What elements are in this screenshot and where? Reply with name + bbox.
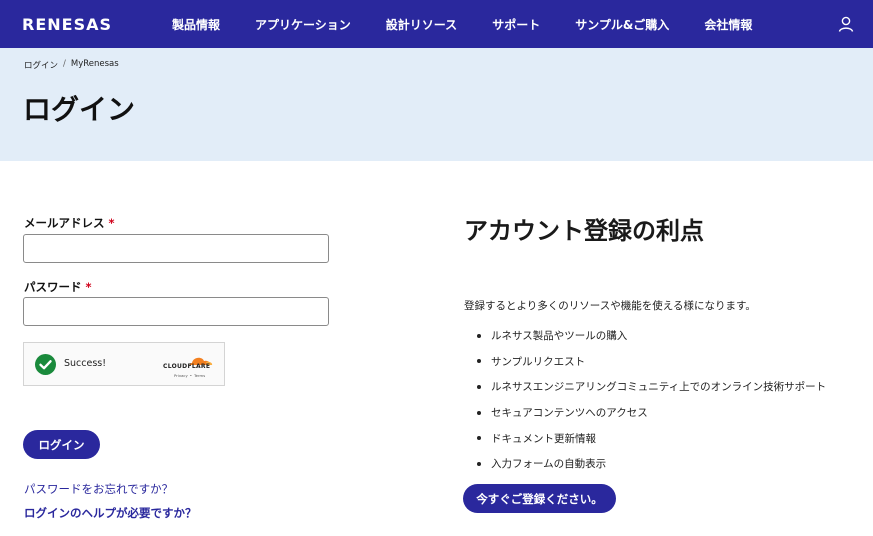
user-icon[interactable] (837, 15, 855, 33)
captcha-links: Privacy • Terms (174, 373, 205, 378)
nav-item-samples-buy[interactable]: サンプル&ご購入 (575, 16, 669, 33)
benefits-list: ルネサス製品やツールの購入 サンプルリクエスト ルネサスエンジニアリングコミュニ… (477, 323, 826, 477)
breadcrumb-item-login[interactable]: ログイン (24, 59, 58, 71)
benefits-intro: 登録するとより多くのリソースや機能を使える様になります。 (464, 300, 756, 312)
email-label: メールアドレス * (24, 215, 115, 231)
benefits-title: アカウント登録の利点 (464, 217, 704, 245)
list-item: ルネサスエンジニアリングコミュニティ上でのオンライン技術サポート (477, 374, 826, 400)
bullet-icon (477, 436, 481, 441)
email-label-text: メールアドレス (24, 216, 105, 230)
list-item: セキュアコンテンツへのアクセス (477, 400, 826, 426)
breadcrumb: ログイン / MyRenesas (24, 59, 119, 71)
password-field[interactable] (23, 297, 329, 326)
captcha-link-separator: • (189, 373, 192, 378)
renesas-logo-mark: RENESAS (22, 15, 112, 33)
list-item: ルネサス製品やツールの購入 (477, 323, 826, 349)
main-nav: 製品情報 アプリケーション 設計リソース サポート サンプル&ご購入 会社情報 (172, 0, 752, 48)
bullet-icon (477, 384, 481, 389)
register-button[interactable]: 今すぐご登録ください。 (463, 484, 616, 513)
bullet-icon (477, 410, 481, 415)
password-label-text: パスワード (24, 280, 82, 294)
login-help-link[interactable]: ログインのヘルプが必要ですか？ (24, 505, 197, 521)
benefit-text: ドキュメント更新情報 (491, 432, 596, 445)
page-hero: ログイン / MyRenesas ログイン (0, 48, 873, 161)
password-label: パスワード * (24, 279, 92, 295)
nav-item-design-resources[interactable]: 設計リソース (386, 16, 457, 33)
captcha-terms-link[interactable]: Terms (194, 373, 205, 378)
renesas-logo[interactable]: RENESAS (22, 14, 126, 34)
captcha-privacy-link[interactable]: Privacy (174, 373, 188, 378)
captcha-widget[interactable]: Success! CLOUDFLARE Privacy • Terms (23, 342, 225, 386)
nav-item-products[interactable]: 製品情報 (172, 16, 220, 33)
list-item: ドキュメント更新情報 (477, 425, 826, 451)
nav-item-support[interactable]: サポート (492, 16, 540, 33)
required-mark: * (108, 216, 115, 230)
benefit-text: ルネサスエンジニアリングコミュニティ上でのオンライン技術サポート (491, 381, 827, 394)
breadcrumb-separator: / (63, 59, 66, 69)
benefit-text: 入力フォームの自動表示 (491, 458, 607, 471)
benefit-text: ルネサス製品やツールの購入 (491, 330, 628, 343)
login-button[interactable]: ログイン (23, 430, 100, 459)
list-item: サンプルリクエスト (477, 349, 826, 375)
bullet-icon (477, 461, 481, 466)
page-title: ログイン (23, 93, 136, 126)
check-circle-icon (35, 354, 56, 375)
required-mark: * (85, 280, 92, 294)
forgot-password-link[interactable]: パスワードをお忘れですか？ (24, 481, 173, 497)
captcha-provider: CLOUDFLARE (163, 363, 211, 370)
nav-item-applications[interactable]: アプリケーション (255, 16, 351, 33)
list-item: 入力フォームの自動表示 (477, 451, 826, 477)
nav-item-company[interactable]: 会社情報 (704, 16, 752, 33)
benefit-text: セキュアコンテンツへのアクセス (491, 407, 648, 420)
top-navigation-bar: RENESAS 製品情報 アプリケーション 設計リソース サポート サンプル&ご… (0, 0, 873, 48)
bullet-icon (477, 333, 481, 338)
bullet-icon (477, 359, 481, 364)
brand-name: RENESAS (22, 15, 112, 33)
benefit-text: サンプルリクエスト (491, 355, 586, 368)
breadcrumb-item-myrenesas: MyRenesas (70, 59, 119, 69)
captcha-status: Success! (64, 358, 107, 369)
email-field[interactable] (23, 234, 329, 263)
